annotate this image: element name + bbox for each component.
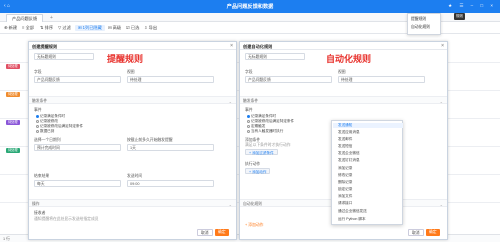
new-button[interactable]: ⊕ 新建 bbox=[4, 25, 17, 31]
close-icon[interactable]: × bbox=[441, 43, 444, 49]
send-time-select[interactable]: 09:00 bbox=[127, 180, 214, 187]
dialog-header: 创建提醒规则 × bbox=[29, 42, 236, 50]
field-select[interactable]: 产品问题反馈 bbox=[34, 76, 121, 83]
menu-item-send-dingtalk[interactable]: 发送钉钉消息 bbox=[338, 158, 360, 163]
all-button[interactable]: ≡ 全部 bbox=[22, 25, 34, 31]
dialog-title: 创建自动化规则 bbox=[243, 44, 273, 49]
receiver-label: 接收者 bbox=[34, 211, 46, 215]
field-label: 字段 bbox=[245, 70, 253, 74]
status-badge: 待处理 bbox=[6, 148, 20, 153]
view-select[interactable]: 待处理 bbox=[338, 76, 425, 83]
radio-manual-trigger[interactable]: 当有人触发器时执行 bbox=[247, 129, 283, 134]
chevron-down-icon: ⌄ bbox=[439, 202, 443, 207]
chevron-down-icon: ⌄ bbox=[439, 99, 443, 104]
app-title: 产品问题反馈和数据 bbox=[226, 4, 274, 10]
reminder-rule-dialog: 创建提醒规则 × 无标题规则 提醒规则 字段 视图 产品问题反馈 待处理 触发条… bbox=[28, 41, 237, 240]
menu-item-send-email[interactable]: 发送邮件 bbox=[338, 137, 352, 142]
frequency-label: 结束结果 bbox=[34, 174, 50, 178]
send-time-label: 发送时间 bbox=[127, 174, 143, 178]
selected-button[interactable]: ☑ 已选 bbox=[126, 25, 139, 31]
view-select[interactable]: 待处理 bbox=[127, 76, 214, 83]
radio-date-reached[interactable]: 数据已到 bbox=[36, 129, 54, 134]
confirm-button[interactable]: 确定 bbox=[426, 229, 440, 236]
rule-name-input[interactable]: 无标题规则 bbox=[245, 53, 305, 60]
chevron-down-icon: ⌄ bbox=[228, 202, 232, 207]
confirm-button[interactable]: 确定 bbox=[215, 229, 229, 236]
status-badge: 待处理 bbox=[6, 92, 20, 97]
menu-item-send-sms[interactable]: 发送短信 bbox=[338, 144, 352, 149]
menu-item-add-file[interactable]: 添加文件 bbox=[338, 194, 352, 199]
menu-item-add-record[interactable]: 添加记录 bbox=[338, 166, 352, 171]
sort-button[interactable]: ⇅ 排序 bbox=[40, 25, 53, 31]
frequency-select[interactable]: 每天 bbox=[34, 180, 121, 187]
dialog-title: 创建提醒规则 bbox=[32, 44, 58, 49]
export-button[interactable]: ⇩ 导出 bbox=[144, 25, 157, 31]
action-menu: 发送通知 发送应用消息 发送邮件 发送短信 发送企业微信 发送钉钉消息 添加记录… bbox=[331, 120, 403, 225]
receiver-hint: 通知提醒将在此处显示发送给指定成员 bbox=[34, 217, 99, 221]
rules-tooltip: 规则 bbox=[454, 13, 465, 20]
view-label: 视图 bbox=[338, 70, 346, 74]
menu-item-run-python[interactable]: 运行 Python 脚本 bbox=[338, 217, 366, 222]
hidden-columns-button[interactable]: ⊞ 1列已隐藏 bbox=[75, 25, 105, 31]
filter-button[interactable]: ▽ 过滤 bbox=[58, 25, 71, 31]
event-label: 事件 bbox=[245, 108, 253, 112]
row-count: 1 行 bbox=[3, 237, 10, 241]
trigger-section[interactable]: 触发条件 ⌄ bbox=[29, 96, 236, 104]
close-icon[interactable]: × bbox=[230, 43, 233, 49]
add-filter-button[interactable]: + 添加过滤条件 bbox=[245, 149, 278, 155]
menu-item-modify-record[interactable]: 修改记录 bbox=[338, 173, 352, 178]
menu-item-send-notification[interactable]: 发送通知 bbox=[333, 123, 403, 128]
chevron-down-icon: ⌄ bbox=[228, 99, 232, 104]
add-action-button[interactable]: + 添加动作 bbox=[245, 168, 271, 174]
view-label: 视图 bbox=[127, 70, 135, 74]
date-column-select[interactable]: 预计完成时间 bbox=[34, 144, 121, 151]
menu-item-send-wecom[interactable]: 发送企业微信 bbox=[338, 151, 360, 156]
section-title: 触发条件 bbox=[243, 99, 259, 103]
window-controls[interactable]: ★ ☰ – □ × bbox=[448, 3, 496, 9]
reminder-rule-annotation: 提醒规则 bbox=[107, 54, 144, 64]
action-section[interactable]: 操作 ⌄ bbox=[29, 199, 236, 207]
automation-rule-annotation: 自动化规则 bbox=[326, 54, 372, 64]
menu-item-request-api[interactable]: 请求接口 bbox=[338, 201, 352, 206]
field-select[interactable]: 产品问题反馈 bbox=[245, 76, 332, 83]
menu-item-automation-rule[interactable]: 自动化规则 bbox=[411, 25, 430, 30]
section-title: 触发条件 bbox=[32, 99, 48, 103]
field-label: 字段 bbox=[34, 70, 42, 74]
choose-date-label: 选择一个日期列 bbox=[34, 138, 61, 142]
section-title: 操作 bbox=[32, 202, 40, 206]
menu-item-reminder-rule[interactable]: 提醒规则 bbox=[411, 17, 426, 22]
title-bar: ‹ ⌂ 产品问题反馈和数据 ★ ☰ – □ × bbox=[0, 0, 500, 13]
menu-item-lock-record[interactable]: 锁定记录 bbox=[338, 187, 352, 192]
cancel-button[interactable]: 取消 bbox=[197, 229, 213, 236]
add-action-link[interactable]: + 添加动作 bbox=[245, 223, 263, 228]
rules-dropdown: 提醒规则 自动化规则 bbox=[407, 13, 441, 35]
status-badge: 待处理 bbox=[6, 120, 20, 125]
advanced-button[interactable]: ⊟ 高级 bbox=[108, 25, 121, 31]
rule-name-input[interactable]: 无标题规则 bbox=[34, 53, 94, 60]
trigger-section[interactable]: 触发条件 ⌄ bbox=[240, 96, 447, 104]
event-label: 事件 bbox=[34, 108, 42, 112]
status-badge: 待处理 bbox=[6, 64, 20, 69]
action-label: 执行动作 bbox=[245, 162, 261, 166]
time-before-select[interactable]: 1天 bbox=[127, 144, 214, 151]
dialog-header: 创建自动化规则 × bbox=[240, 42, 447, 50]
menu-item-delete-record[interactable]: 删除记录 bbox=[338, 180, 352, 185]
cancel-button[interactable]: 取消 bbox=[408, 229, 424, 236]
condition-hint: 满足以下条件时才执行动作 bbox=[245, 143, 291, 147]
menu-item-send-app-message[interactable]: 发送应用消息 bbox=[338, 130, 360, 135]
tab-feedback[interactable]: 产品问题反馈 bbox=[6, 14, 44, 22]
menu-item-send-via-wecom[interactable]: 通过企业微信发送 bbox=[338, 209, 367, 214]
add-tab-icon[interactable]: + bbox=[50, 15, 53, 21]
time-before-label: 按截止前多久开始触发提醒 bbox=[127, 138, 173, 142]
section-title: 自动化规则 bbox=[243, 202, 262, 206]
